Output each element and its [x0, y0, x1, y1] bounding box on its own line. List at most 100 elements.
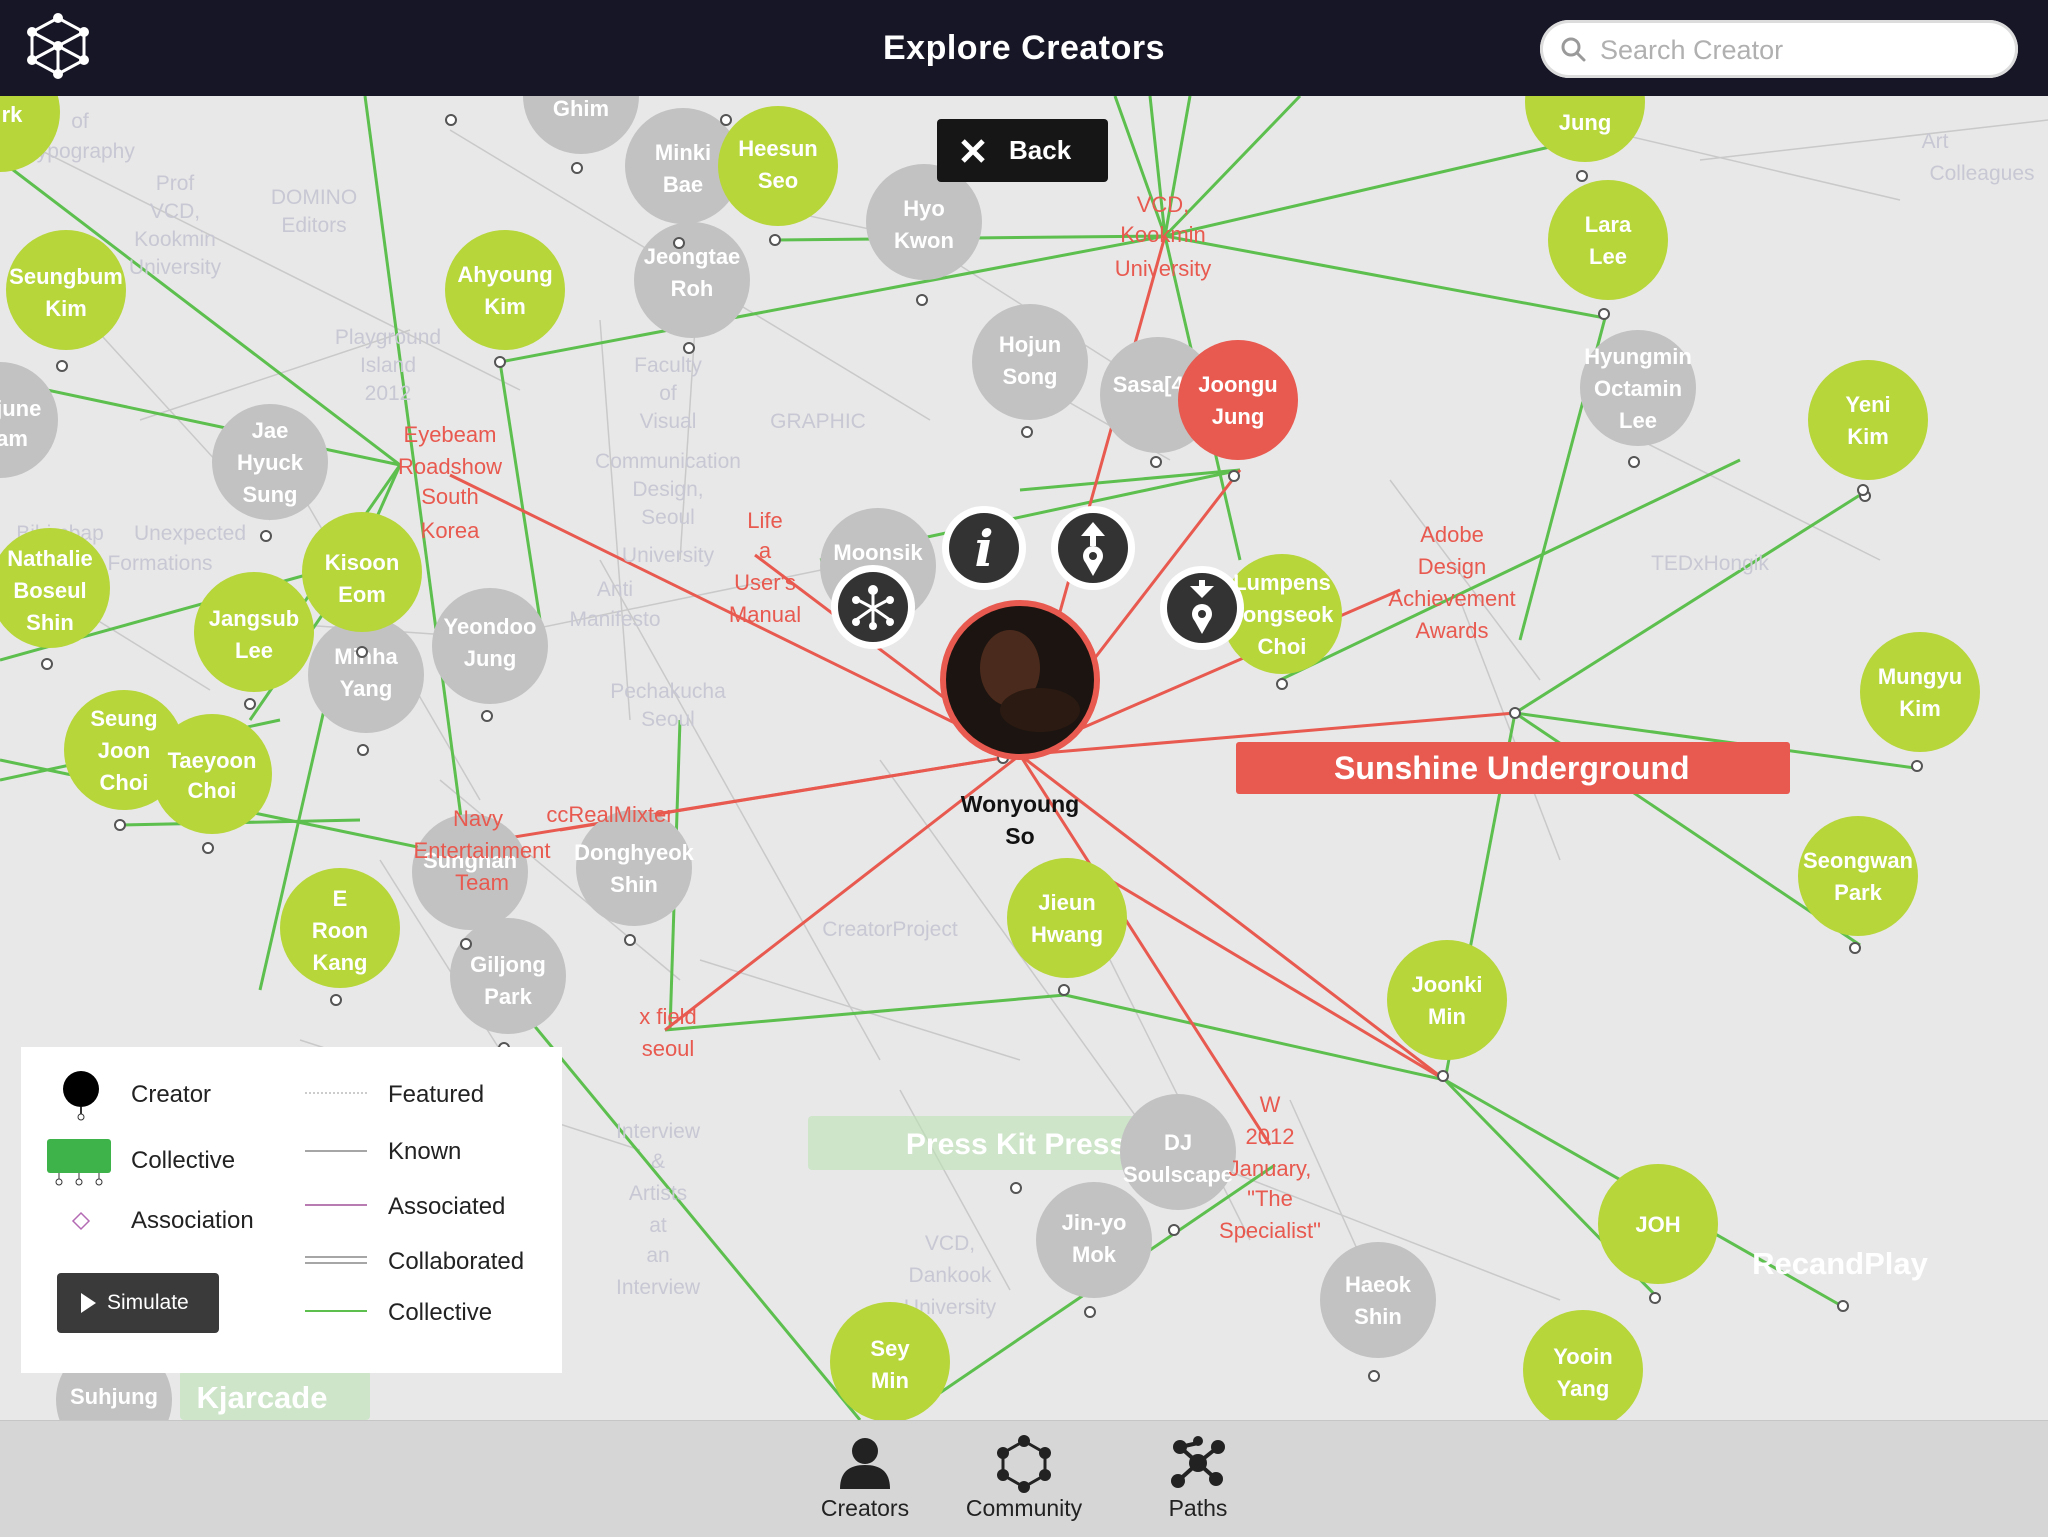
- simulate-button-label: Simulate: [107, 1291, 189, 1314]
- back-button[interactable]: Back: [937, 119, 1108, 182]
- svg-text:Lee: Lee: [1619, 408, 1657, 433]
- svg-text:Min: Min: [871, 1368, 909, 1393]
- highlight-banner[interactable]: Sunshine Underground: [1236, 742, 1790, 794]
- creator-node[interactable]: Haeok Shin: [1320, 1242, 1436, 1358]
- creator-node[interactable]: Minha Yang: [308, 617, 424, 733]
- creator-node-highlighted[interactable]: Joongu Jung: [1178, 340, 1298, 460]
- svg-text:Kisoon: Kisoon: [325, 550, 400, 575]
- creator-node[interactable]: Sey Min: [830, 1302, 950, 1420]
- faded-label: Playground: [335, 326, 441, 349]
- svg-text:Hwang: Hwang: [1031, 922, 1103, 947]
- association-label: Eyebeam: [404, 422, 497, 447]
- svg-text:Seongwan: Seongwan: [1803, 848, 1913, 873]
- creator-node[interactable]: Seongwan Park: [1798, 816, 1918, 936]
- collective-box[interactable]: Kjarcade: [180, 1370, 370, 1420]
- creator-node[interactable]: Joonki Min: [1387, 940, 1507, 1060]
- faded-label: Seoul: [641, 506, 695, 529]
- association-label: VCD,: [1137, 192, 1190, 217]
- top-bar: Explore Creators: [0, 0, 2048, 96]
- creator-node[interactable]: Kisoon Eom: [302, 512, 422, 632]
- faded-label: of: [659, 382, 677, 405]
- collective-legend-icon: [47, 1139, 111, 1186]
- legend-collective-label: Collective: [131, 1147, 236, 1174]
- faded-label: Interview: [616, 1276, 701, 1299]
- svg-text:Soulscape: Soulscape: [1123, 1162, 1233, 1187]
- creator-node[interactable]: Giljong Park: [450, 918, 566, 1034]
- faded-label: Interview: [616, 1120, 701, 1143]
- faded-label: Dankook: [909, 1264, 992, 1287]
- creator-node[interactable]: Ghim: [523, 96, 639, 154]
- faded-label: &: [651, 1150, 665, 1173]
- creator-node[interactable]: E Roon Kang: [280, 868, 400, 988]
- creator-node[interactable]: Nathalie Boseul Shin: [0, 528, 110, 648]
- svg-text:Roh: Roh: [671, 276, 714, 301]
- creator-node[interactable]: DJ Soulscape: [1120, 1094, 1236, 1210]
- creator-node[interactable]: Jeongtae Roh: [634, 222, 750, 338]
- svg-text:Choi: Choi: [100, 770, 149, 795]
- svg-text:Lee: Lee: [235, 638, 273, 663]
- svg-text:Ghim: Ghim: [553, 96, 609, 121]
- creator-node[interactable]: gjune am: [0, 362, 58, 478]
- svg-text:Roon: Roon: [312, 918, 368, 943]
- creator-node[interactable]: Hyungmin Octamin Lee: [1580, 330, 1696, 446]
- svg-text:Park: Park: [484, 984, 532, 1009]
- creator-node[interactable]: Jangsub Lee: [194, 572, 314, 692]
- legend-collective-link-label: Collective: [388, 1299, 493, 1326]
- svg-text:Moonsik: Moonsik: [833, 540, 923, 565]
- tab-creators[interactable]: Creators: [800, 1421, 930, 1537]
- svg-text:Min: Min: [1428, 1004, 1466, 1029]
- collective-box[interactable]: RecandPlay: [1752, 1246, 1929, 1281]
- creator-node[interactable]: Jae Hyuck Sung: [212, 404, 328, 520]
- faded-label: Colleagues: [1929, 162, 2034, 185]
- faded-label: Artists: [629, 1182, 687, 1205]
- svg-text:Jongseok: Jongseok: [1231, 602, 1334, 627]
- creator-node[interactable]: Jin-yo Mok: [1036, 1182, 1152, 1298]
- svg-text:Kim: Kim: [45, 296, 87, 321]
- svg-text:Donghyeok: Donghyeok: [574, 840, 695, 865]
- association-label: Achievement: [1388, 586, 1515, 611]
- legend-association-label: Association: [131, 1207, 254, 1234]
- association-label: University: [1115, 256, 1212, 281]
- svg-text:Heesun: Heesun: [738, 136, 817, 161]
- simulate-button[interactable]: Simulate: [57, 1273, 219, 1333]
- bottom-tab-bar: Creators Community Paths: [0, 1420, 2048, 1537]
- association-label: Navy: [453, 806, 503, 831]
- svg-text:Minha: Minha: [334, 644, 398, 669]
- collective-box[interactable]: Press Kit Press: [808, 1116, 1148, 1170]
- svg-text:Octamin: Octamin: [1594, 376, 1682, 401]
- creator-node[interactable]: Jung: [1525, 96, 1645, 162]
- network-icon[interactable]: [831, 565, 915, 649]
- creator-node[interactable]: Taeyoon Choi: [152, 714, 272, 834]
- tab-paths[interactable]: Paths: [1130, 1421, 1266, 1537]
- svg-text:Minki: Minki: [655, 140, 711, 165]
- creator-node[interactable]: Seungbum Kim: [6, 230, 126, 350]
- svg-text:Jung: Jung: [1559, 110, 1612, 135]
- association-label: x field: [639, 1004, 696, 1029]
- creator-node[interactable]: Heesun Seo: [718, 106, 838, 226]
- creator-node[interactable]: Lara Lee: [1548, 180, 1668, 300]
- search-input[interactable]: [1598, 28, 2002, 72]
- tab-community[interactable]: Community: [950, 1421, 1098, 1537]
- creator-node[interactable]: Hojun Song: [972, 304, 1088, 420]
- info-icon[interactable]: i: [942, 506, 1026, 590]
- faded-label: Island: [360, 354, 416, 377]
- upload-pin-icon[interactable]: [1051, 506, 1135, 590]
- download-pin-icon[interactable]: [1160, 566, 1244, 650]
- creator-node[interactable]: JOH: [1598, 1164, 1718, 1284]
- selected-creator-node[interactable]: [940, 600, 1100, 760]
- creator-node[interactable]: Jieun Hwang: [1007, 858, 1127, 978]
- faded-label: Formations: [107, 552, 212, 575]
- svg-text:Park: Park: [1834, 880, 1882, 905]
- search-bar[interactable]: [1540, 20, 2018, 78]
- creator-node[interactable]: Ahyoung Kim: [445, 230, 565, 350]
- creator-node[interactable]: Yeni Kim: [1808, 360, 1928, 480]
- association-label: "The: [1247, 1186, 1293, 1211]
- svg-text:am: am: [0, 426, 28, 451]
- creator-node[interactable]: Mungyu Kim: [1860, 632, 1980, 752]
- creator-node[interactable]: Yeondoo Jung: [432, 588, 548, 704]
- svg-text:Eom: Eom: [338, 582, 386, 607]
- faded-label: TEDxHongik: [1651, 552, 1769, 575]
- creator-node[interactable]: Yooin Yang: [1523, 1310, 1643, 1420]
- svg-text:Kim: Kim: [1899, 696, 1941, 721]
- faded-label: CreatorProject: [822, 918, 958, 941]
